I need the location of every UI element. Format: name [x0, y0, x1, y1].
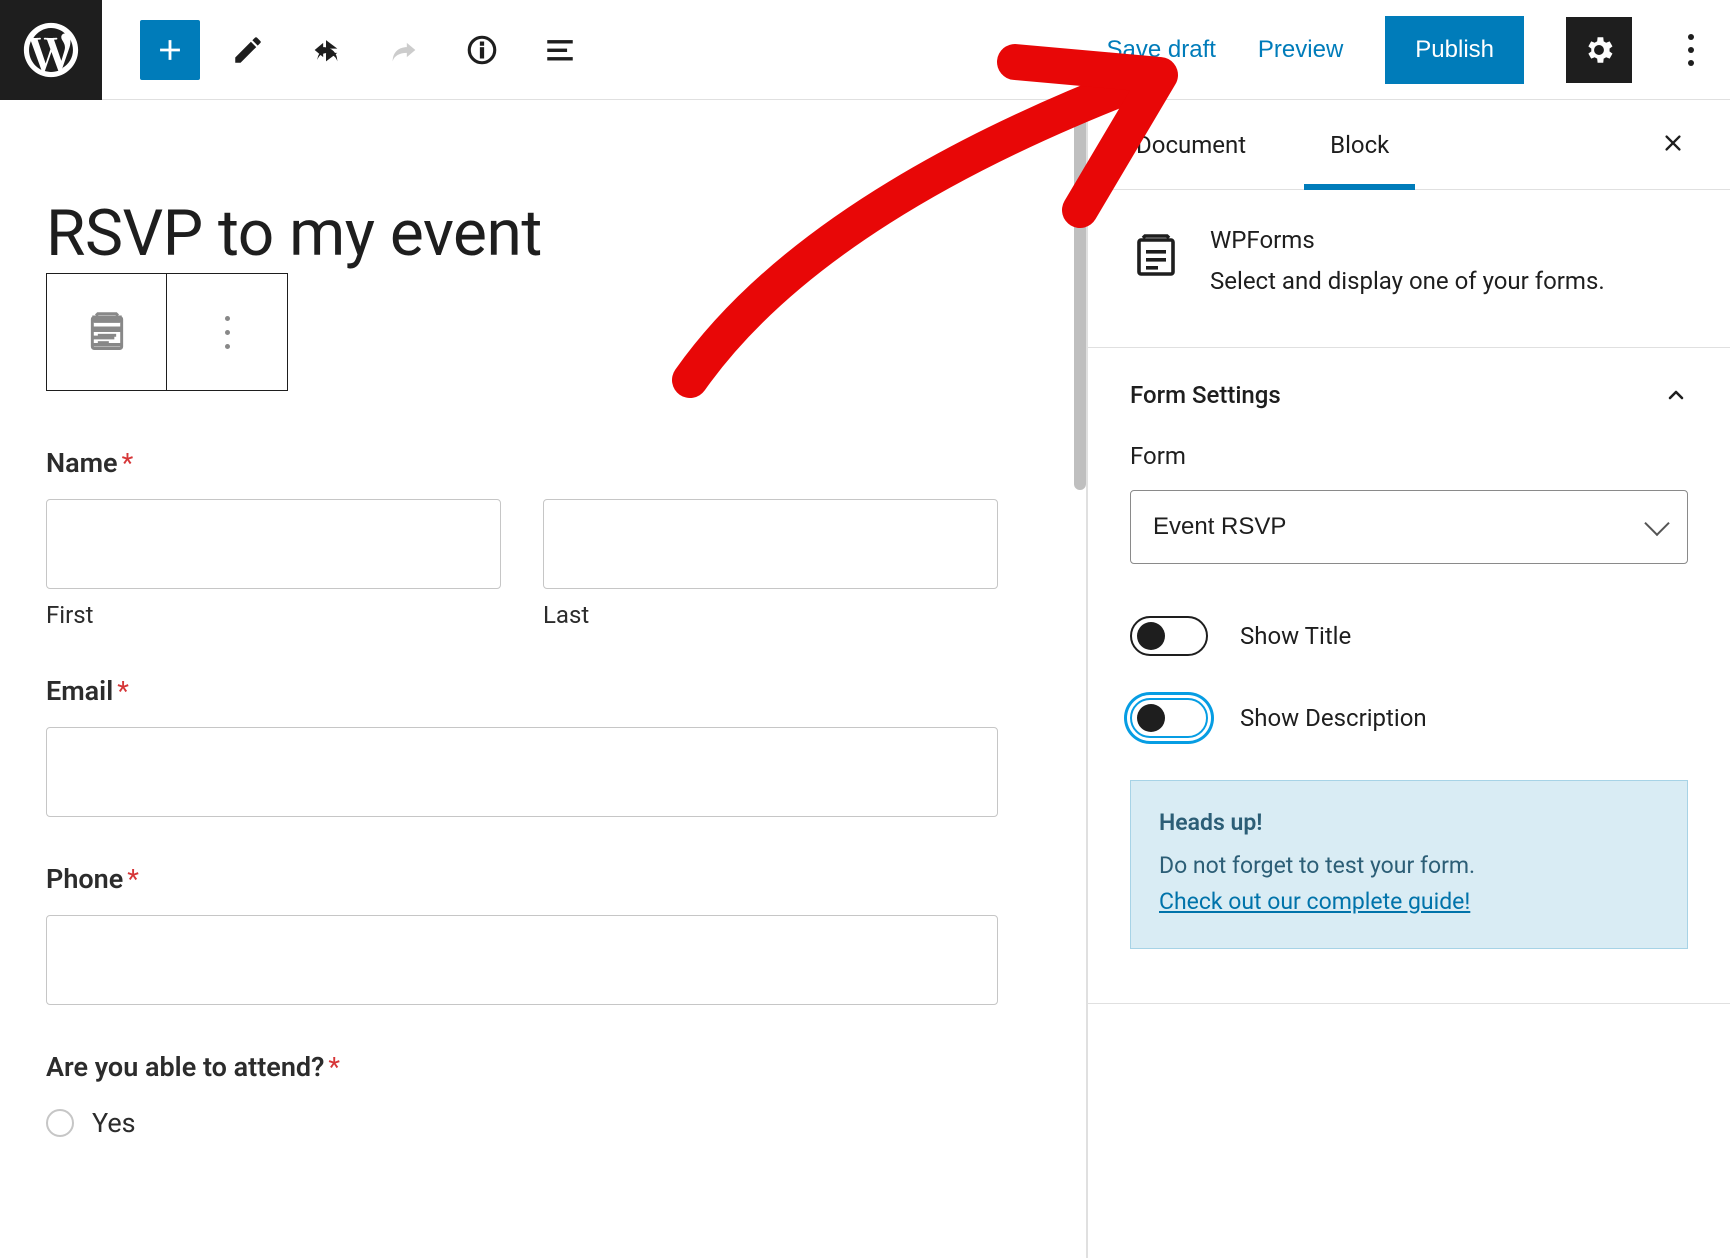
outline-button[interactable] [530, 20, 590, 80]
last-name-input[interactable] [543, 499, 998, 589]
last-sublabel: Last [543, 601, 998, 629]
required-star: * [127, 863, 139, 895]
undo-button[interactable] [296, 20, 356, 80]
edit-mode-button[interactable] [218, 20, 278, 80]
pencil-icon [231, 33, 265, 67]
close-icon [1662, 132, 1684, 154]
tab-block[interactable]: Block [1320, 100, 1399, 189]
first-sublabel: First [46, 601, 501, 629]
content-info-button[interactable] [452, 20, 512, 80]
publish-button[interactable]: Publish [1385, 16, 1524, 84]
show-description-toggle[interactable] [1130, 698, 1208, 738]
phone-input[interactable] [46, 915, 998, 1005]
required-star: * [117, 675, 129, 707]
plus-icon [153, 33, 187, 67]
required-star: * [328, 1051, 340, 1083]
heads-up-notice: Heads up! Do not forget to test your for… [1130, 780, 1688, 949]
toolbar-right-group: Save draft Preview Publish [1107, 16, 1730, 84]
form-select[interactable]: Event RSVP [1130, 490, 1688, 564]
add-block-button[interactable] [140, 20, 200, 80]
radio-input[interactable] [46, 1109, 74, 1137]
email-input[interactable] [46, 727, 998, 817]
settings-button[interactable] [1566, 17, 1632, 83]
wpforms-block-icon [1130, 230, 1182, 282]
field-label: Name* [46, 447, 998, 479]
field-label: Email* [46, 675, 998, 707]
field-email: Email* [46, 675, 998, 817]
wordpress-logo-button[interactable] [0, 0, 102, 100]
show-description-row: Show Description [1130, 698, 1688, 738]
block-description: Select and display one of your forms. [1210, 264, 1605, 299]
form-settings-section: Form Settings Form Event RSVP Show Title… [1088, 348, 1730, 1004]
form-select-wrap: Event RSVP [1130, 490, 1688, 564]
section-title: Form Settings [1130, 381, 1281, 409]
toolbar-left-group [102, 20, 590, 80]
first-name-input[interactable] [46, 499, 501, 589]
close-sidebar-button[interactable] [1654, 120, 1692, 169]
redo-icon [387, 33, 421, 67]
block-toolbar [46, 273, 288, 391]
redo-button[interactable] [374, 20, 434, 80]
info-icon [465, 33, 499, 67]
gear-icon [1582, 33, 1616, 67]
tab-document[interactable]: Document [1126, 100, 1256, 189]
field-name: Name* First Last [46, 447, 998, 629]
chevron-up-icon [1664, 383, 1688, 407]
label-text: Are you able to attend? [46, 1051, 324, 1083]
form-select-label: Form [1130, 442, 1688, 470]
label-text: Phone [46, 863, 123, 895]
show-title-row: Show Title [1130, 616, 1688, 656]
list-outline-icon [543, 33, 577, 67]
page-title[interactable]: RSVP to my event [46, 196, 998, 271]
sidebar-tabs: Document Block [1088, 100, 1730, 190]
section-header[interactable]: Form Settings [1130, 348, 1688, 442]
undo-icon [309, 33, 343, 67]
block-header: WPForms Select and display one of your f… [1088, 190, 1730, 348]
field-phone: Phone* [46, 863, 998, 1005]
notice-link[interactable]: Check out our complete guide! [1159, 888, 1470, 915]
canvas-scrollbar[interactable] [1074, 100, 1086, 490]
settings-sidebar: Document Block WPForms Select and displa… [1087, 100, 1730, 1258]
wordpress-logo-icon [20, 19, 82, 81]
radio-label: Yes [92, 1107, 136, 1139]
editor-canvas: RSVP to my event Name* [0, 100, 1087, 1258]
required-star: * [122, 447, 134, 479]
block-type-button[interactable] [47, 274, 167, 390]
show-title-toggle[interactable] [1130, 616, 1208, 656]
main-area: RSVP to my event Name* [0, 100, 1730, 1258]
more-vertical-icon [225, 316, 230, 349]
field-label: Phone* [46, 863, 998, 895]
notice-title: Heads up! [1159, 805, 1659, 841]
label-text: Email [46, 675, 113, 707]
save-draft-button[interactable]: Save draft [1107, 36, 1216, 64]
block-name: WPForms [1210, 226, 1605, 254]
more-menu-button[interactable] [1674, 25, 1708, 75]
top-toolbar: Save draft Preview Publish [0, 0, 1730, 100]
preview-button[interactable]: Preview [1258, 36, 1343, 64]
field-attend: Are you able to attend?* Yes [46, 1051, 998, 1139]
notice-body: Do not forget to test your form. [1159, 852, 1475, 879]
show-description-label: Show Description [1240, 704, 1427, 732]
block-more-button[interactable] [167, 274, 287, 390]
more-vertical-icon [1688, 34, 1694, 66]
label-text: Name [46, 447, 118, 479]
show-title-label: Show Title [1240, 622, 1351, 650]
form-block-icon [85, 310, 129, 354]
radio-option: Yes [46, 1107, 998, 1139]
field-label: Are you able to attend?* [46, 1051, 998, 1083]
